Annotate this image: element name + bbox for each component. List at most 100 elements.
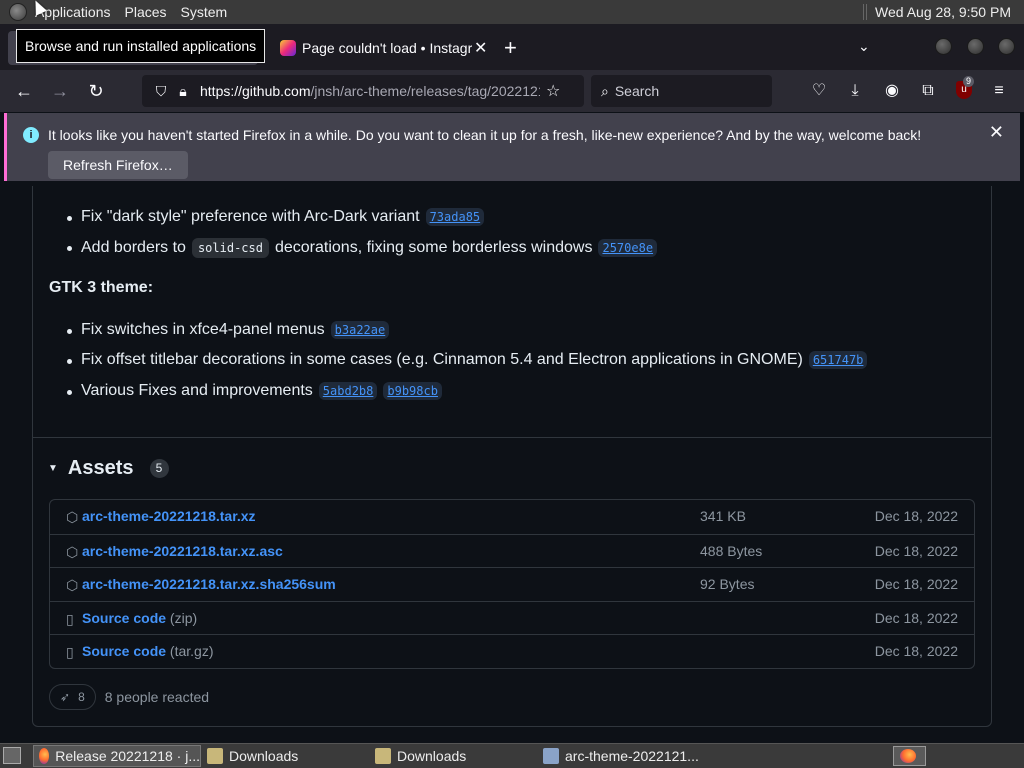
package-icon: ⬡ bbox=[66, 577, 79, 593]
search-bar[interactable]: ⌕ Search bbox=[591, 75, 772, 107]
taskbar-item-archive[interactable]: arc-theme-2022121... bbox=[538, 745, 708, 767]
commit-link[interactable]: 73ada85 bbox=[425, 208, 485, 226]
search-placeholder: Search bbox=[614, 83, 660, 99]
list-all-tabs-button[interactable]: ⌄ bbox=[858, 38, 870, 55]
asset-date: Dec 18, 2022 bbox=[874, 542, 958, 559]
extensions-icon[interactable]: ⧉ bbox=[917, 80, 939, 102]
asset-row: ⬡ arc-theme-20221218.tar.xz.sha256sum 92… bbox=[50, 567, 974, 601]
url-text[interactable]: https://github.com/jnsh/arc-theme/releas… bbox=[200, 83, 540, 99]
top-panel: Applications Places System Wed Aug 28, 9… bbox=[0, 0, 1024, 24]
assets-list: ⬡ arc-theme-20221218.tar.xz 341 KB Dec 1… bbox=[49, 499, 975, 669]
close-window-button[interactable] bbox=[998, 38, 1015, 55]
refresh-firefox-button[interactable]: Refresh Firefox… bbox=[48, 151, 188, 179]
reaction-count: 8 bbox=[78, 690, 85, 704]
instagram-favicon-icon bbox=[280, 40, 296, 56]
minimize-button[interactable] bbox=[935, 38, 952, 55]
page-content: Fix "dark style" preference with Arc-Dar… bbox=[0, 186, 1024, 743]
list-item-text: Add borders to bbox=[81, 239, 186, 256]
bookmark-star-icon[interactable]: ☆ bbox=[546, 81, 560, 101]
ublock-count-badge: 9 bbox=[963, 76, 975, 87]
show-desktop-icon[interactable] bbox=[3, 747, 21, 764]
asset-link[interactable]: arc-theme-20221218.tar.xz bbox=[82, 508, 256, 524]
pocket-icon[interactable]: ♡ bbox=[808, 80, 830, 102]
list-item-text: Fix "dark style" preference with Arc-Dar… bbox=[81, 208, 420, 225]
tab-instagram[interactable]: Page couldn't load • Instagram ✕ bbox=[272, 31, 490, 65]
reaction-button[interactable]: ➶ 8 bbox=[49, 684, 96, 710]
asset-link[interactable]: Source code (tar.gz) bbox=[82, 643, 214, 659]
list-item: Add borders to solid-csd decorations, fi… bbox=[66, 238, 658, 258]
list-item: Fix switches in xfce4-panel menus b3a22a… bbox=[66, 321, 390, 339]
hamburger-menu-icon[interactable]: ≡ bbox=[988, 80, 1010, 102]
info-icon: i bbox=[23, 127, 39, 143]
tray-separator bbox=[863, 4, 868, 20]
asset-size: 92 Bytes bbox=[700, 576, 755, 592]
triangle-down-icon: ▼ bbox=[48, 463, 58, 474]
package-icon: ⬡ bbox=[66, 543, 79, 560]
taskbar-item-downloads[interactable]: Downloads bbox=[202, 745, 366, 767]
downloads-icon[interactable]: ⤓ bbox=[844, 80, 866, 102]
asset-date: Dec 18, 2022 bbox=[874, 643, 958, 659]
package-icon: ⬡ bbox=[66, 509, 79, 525]
back-arrow-icon[interactable]: ← bbox=[12, 70, 36, 112]
inline-code: solid-csd bbox=[191, 238, 269, 258]
maximize-button[interactable] bbox=[967, 38, 984, 55]
file-zip-icon: ▯ bbox=[66, 610, 74, 627]
system-menu[interactable]: System bbox=[174, 0, 235, 24]
list-item-text: Various Fixes and improvements bbox=[81, 382, 313, 399]
asset-link[interactable]: arc-theme-20221218.tar.xz.asc bbox=[82, 543, 283, 559]
asset-link[interactable]: Source code (zip) bbox=[82, 610, 197, 626]
list-item-text: Fix offset titlebar decorations in some … bbox=[81, 351, 803, 368]
commit-link[interactable]: 651747b bbox=[808, 351, 868, 369]
url-bar[interactable]: ⛉ 🔒︎ https://github.com/jnsh/arc-theme/r… bbox=[142, 75, 584, 107]
taskbar-label: arc-theme-2022121... bbox=[565, 748, 699, 764]
firefox-icon bbox=[900, 749, 916, 763]
asset-size: 341 KB bbox=[700, 508, 746, 524]
asset-link[interactable]: arc-theme-20221218.tar.xz.sha256sum bbox=[82, 576, 336, 592]
reactions: ➶ 8 8 people reacted bbox=[49, 684, 209, 710]
section-divider bbox=[33, 437, 991, 438]
taskbar-label: Release 20221218 · j... bbox=[55, 748, 200, 764]
asset-row: ⬡ arc-theme-20221218.tar.xz 341 KB Dec 1… bbox=[50, 500, 974, 534]
folder-icon bbox=[375, 748, 391, 764]
forward-arrow-icon[interactable]: → bbox=[48, 70, 72, 112]
asset-row: ▯ Source code (tar.gz) Dec 18, 2022 bbox=[50, 634, 974, 668]
list-item-text: decorations, fixing some borderless wind… bbox=[274, 239, 593, 256]
commit-link[interactable]: b9b98cb bbox=[383, 382, 442, 400]
new-tab-button[interactable]: + bbox=[504, 36, 517, 60]
archive-manager-icon bbox=[543, 748, 559, 764]
workspace-switcher[interactable] bbox=[893, 746, 926, 766]
folder-icon bbox=[207, 748, 223, 764]
tracking-shield-icon[interactable]: ⛉ bbox=[152, 83, 170, 100]
commit-link[interactable]: b3a22ae bbox=[330, 321, 390, 339]
asset-date: Dec 18, 2022 bbox=[874, 576, 958, 592]
asset-size: 488 Bytes bbox=[700, 542, 763, 559]
lock-icon[interactable]: 🔒︎ bbox=[174, 83, 192, 100]
list-item: Fix offset titlebar decorations in some … bbox=[66, 351, 868, 369]
asset-row: ⬡ arc-theme-20221218.tar.xz.asc 488 Byte… bbox=[50, 533, 974, 568]
firefox-icon bbox=[39, 748, 50, 764]
distro-logo-icon[interactable] bbox=[9, 3, 27, 21]
commit-link[interactable]: 5abd2b8 bbox=[318, 382, 378, 400]
file-zip-icon: ▯ bbox=[66, 644, 74, 660]
reload-icon[interactable]: ↻ bbox=[84, 70, 108, 112]
rocket-icon: ➶ bbox=[60, 690, 71, 704]
notification-bar: i It looks like you haven't started Fire… bbox=[4, 113, 1020, 181]
asset-row: ▯ Source code (zip) Dec 18, 2022 bbox=[50, 600, 974, 635]
close-tab-icon[interactable]: ✕ bbox=[474, 38, 487, 58]
assets-toggle[interactable]: ▼ Assets 5 bbox=[48, 457, 169, 480]
places-menu[interactable]: Places bbox=[118, 0, 174, 24]
bottom-taskbar: Release 20221218 · j... Downloads Downlo… bbox=[0, 743, 1024, 768]
list-item: Various Fixes and improvements 5abd2b8 b… bbox=[67, 382, 442, 400]
taskbar-item-firefox[interactable]: Release 20221218 · j... bbox=[33, 745, 201, 767]
taskbar-label: Downloads bbox=[397, 748, 467, 764]
tab-title: Page couldn't load • Instagram bbox=[302, 40, 472, 56]
account-icon[interactable]: ◉ bbox=[881, 80, 903, 102]
commit-link[interactable]: 2570e8e bbox=[598, 239, 658, 257]
taskbar-label: Downloads bbox=[229, 748, 299, 764]
notification-message: It looks like you haven't started Firefo… bbox=[48, 127, 922, 143]
panel-clock[interactable]: Wed Aug 28, 9:50 PM bbox=[875, 4, 1024, 20]
tooltip: Browse and run installed applications bbox=[16, 29, 266, 63]
close-notification-icon[interactable]: ✕ bbox=[989, 122, 1004, 143]
taskbar-item-downloads-2[interactable]: Downloads bbox=[370, 745, 534, 767]
list-item: Fix "dark style" preference with Arc-Dar… bbox=[66, 208, 485, 226]
